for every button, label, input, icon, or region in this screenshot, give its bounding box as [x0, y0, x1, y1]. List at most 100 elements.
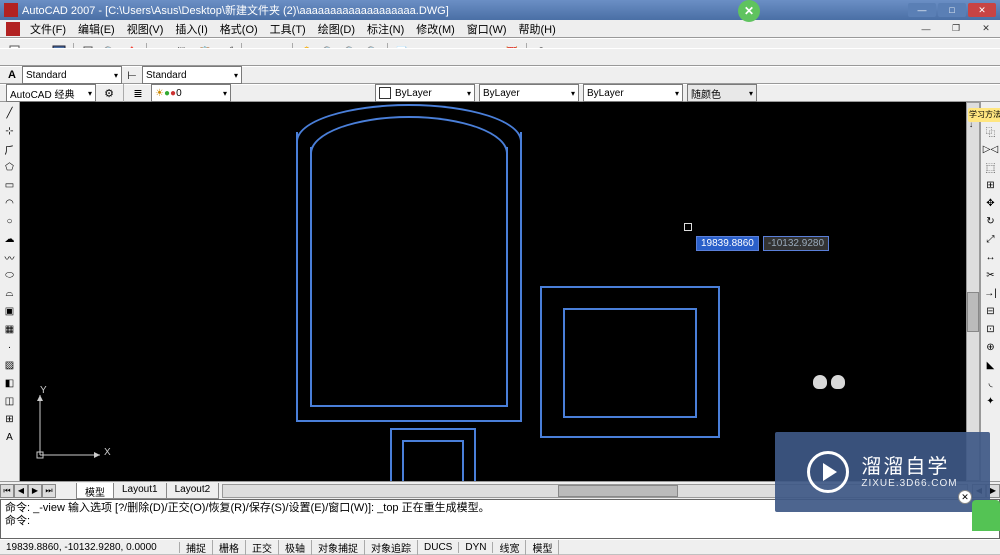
- status-grid[interactable]: 栅格: [213, 540, 246, 555]
- dim-style-combo[interactable]: Standard ▾: [142, 66, 242, 84]
- scrollbar-thumb[interactable]: [558, 485, 678, 497]
- explode-tool[interactable]: ✦: [983, 393, 999, 409]
- window-close-button[interactable]: ✕: [968, 3, 996, 17]
- point-tool[interactable]: ·: [2, 339, 18, 355]
- paste-button[interactable]: 📋: [195, 42, 215, 62]
- tab-scroll-prev[interactable]: ◀: [14, 484, 28, 498]
- text-style-icon[interactable]: A: [5, 68, 19, 82]
- workspace-settings-button[interactable]: ⚙: [99, 83, 119, 103]
- scrollbar-thumb[interactable]: [967, 292, 979, 332]
- save-button[interactable]: [49, 42, 69, 62]
- linetype-combo[interactable]: ByLayer ▾: [479, 84, 579, 102]
- canvas-vertical-scrollbar[interactable]: [966, 102, 980, 481]
- menu-help[interactable]: 帮助(H): [513, 21, 562, 37]
- help-button[interactable]: ?: [531, 42, 551, 62]
- extend-tool[interactable]: →|: [983, 285, 999, 301]
- revision-cloud-tool[interactable]: ☁: [2, 231, 18, 247]
- tab-scroll-last[interactable]: ⏭: [42, 484, 56, 498]
- construction-line-tool[interactable]: ⊹: [2, 123, 18, 139]
- open-button[interactable]: [27, 42, 47, 62]
- copy-tool[interactable]: ⿻: [983, 123, 999, 139]
- status-dyn[interactable]: DYN: [459, 542, 493, 553]
- status-lwt[interactable]: 线宽: [493, 540, 526, 555]
- markup-button[interactable]: ▣: [480, 42, 500, 62]
- mirror-tool[interactable]: ▷◁: [983, 141, 999, 157]
- menu-edit[interactable]: 编辑(E): [72, 21, 121, 37]
- mtext-tool[interactable]: A: [2, 429, 18, 445]
- status-polar[interactable]: 极轴: [279, 540, 312, 555]
- plot-button[interactable]: [78, 42, 98, 62]
- polygon-tool[interactable]: ⬠: [2, 159, 18, 175]
- menu-view[interactable]: 视图(V): [121, 21, 170, 37]
- fillet-tool[interactable]: ◟: [983, 375, 999, 391]
- break-tool[interactable]: ⊡: [983, 321, 999, 337]
- mdi-close-button[interactable]: ✕: [972, 22, 1000, 36]
- layer-combo[interactable]: ☀●● 0 ▾: [151, 84, 231, 102]
- quickcalc-button[interactable]: 🧮: [502, 42, 522, 62]
- make-block-tool[interactable]: ▦: [2, 321, 18, 337]
- plot-preview-button[interactable]: 🔍: [100, 42, 120, 62]
- window-minimize-button[interactable]: —: [908, 3, 936, 17]
- match-properties-button[interactable]: 🖌: [217, 42, 237, 62]
- menu-draw[interactable]: 绘图(D): [312, 21, 361, 37]
- menu-modify[interactable]: 修改(M): [410, 21, 461, 37]
- status-coordinates[interactable]: 19839.8860, -10132.9280, 0.0000: [0, 542, 180, 553]
- copy-button[interactable]: ⿻: [173, 42, 193, 62]
- cut-button[interactable]: ✂: [151, 42, 171, 62]
- status-snap[interactable]: 捕捉: [180, 540, 213, 555]
- insert-block-tool[interactable]: ▣: [2, 303, 18, 319]
- status-model[interactable]: 模型: [526, 540, 559, 555]
- gradient-tool[interactable]: ◧: [2, 375, 18, 391]
- design-center-button[interactable]: ⊞: [414, 42, 434, 62]
- properties-button[interactable]: 📑: [392, 42, 412, 62]
- text-style-combo[interactable]: Standard ▾: [22, 66, 122, 84]
- trim-tool[interactable]: ✂: [983, 267, 999, 283]
- scale-tool[interactable]: ⤢: [983, 231, 999, 247]
- ellipse-tool[interactable]: ⬭: [2, 267, 18, 283]
- window-maximize-button[interactable]: □: [938, 3, 966, 17]
- mdi-restore-button[interactable]: ❐: [942, 22, 970, 36]
- spline-tool[interactable]: 〰: [2, 249, 18, 265]
- layout-tab-1[interactable]: Layout1: [113, 483, 167, 499]
- chamfer-tool[interactable]: ◣: [983, 357, 999, 373]
- publish-button[interactable]: 📤: [122, 42, 142, 62]
- tool-palettes-button[interactable]: ▦: [436, 42, 456, 62]
- lineweight-combo[interactable]: ByLayer ▾: [583, 84, 683, 102]
- zoom-previous-button[interactable]: 🔍: [363, 42, 383, 62]
- menu-window[interactable]: 窗口(W): [461, 21, 513, 37]
- menu-tools[interactable]: 工具(T): [264, 21, 312, 37]
- status-ortho[interactable]: 正交: [246, 540, 279, 555]
- line-tool[interactable]: ╱: [2, 105, 18, 121]
- layout-tab-model[interactable]: 模型: [76, 483, 114, 499]
- close-bubble-button[interactable]: ✕: [958, 490, 972, 504]
- join-tool[interactable]: ⊕: [983, 339, 999, 355]
- rotate-tool[interactable]: ↻: [983, 213, 999, 229]
- menu-file[interactable]: 文件(F): [24, 21, 72, 37]
- mdi-minimize-button[interactable]: —: [912, 22, 940, 36]
- layout-tab-2[interactable]: Layout2: [166, 483, 220, 499]
- new-button[interactable]: [5, 42, 25, 62]
- drawing-canvas[interactable]: 19839.8860 -10132.9280 Y X: [20, 102, 980, 481]
- pan-button[interactable]: ✋: [297, 42, 317, 62]
- plotstyle-combo[interactable]: 随颜色 ▾: [687, 84, 757, 102]
- move-tool[interactable]: ✥: [983, 195, 999, 211]
- dim-style-icon[interactable]: ⊢: [125, 68, 139, 82]
- arc-tool[interactable]: ◠: [2, 195, 18, 211]
- circle-tool[interactable]: ○: [2, 213, 18, 229]
- communication-center-icon[interactable]: ✕: [738, 0, 760, 22]
- undo-button[interactable]: ↶: [246, 42, 266, 62]
- zoom-realtime-button[interactable]: 🔍: [319, 42, 339, 62]
- region-tool[interactable]: ◫: [2, 393, 18, 409]
- table-tool[interactable]: ⊞: [2, 411, 18, 427]
- sheet-set-button[interactable]: ▤: [458, 42, 478, 62]
- color-combo[interactable]: ByLayer ▾: [375, 84, 475, 102]
- array-tool[interactable]: ⊞: [983, 177, 999, 193]
- hatch-tool[interactable]: ▨: [2, 357, 18, 373]
- redo-button[interactable]: ↷: [268, 42, 288, 62]
- workspace-combo[interactable]: AutoCAD 经典 ▾: [6, 84, 96, 102]
- layer-properties-button[interactable]: ≣: [128, 83, 148, 103]
- status-osnap[interactable]: 对象捕捉: [312, 540, 365, 555]
- offset-tool[interactable]: ⿴: [983, 159, 999, 175]
- break-at-point-tool[interactable]: ⊟: [983, 303, 999, 319]
- rectangle-tool[interactable]: ▭: [2, 177, 18, 193]
